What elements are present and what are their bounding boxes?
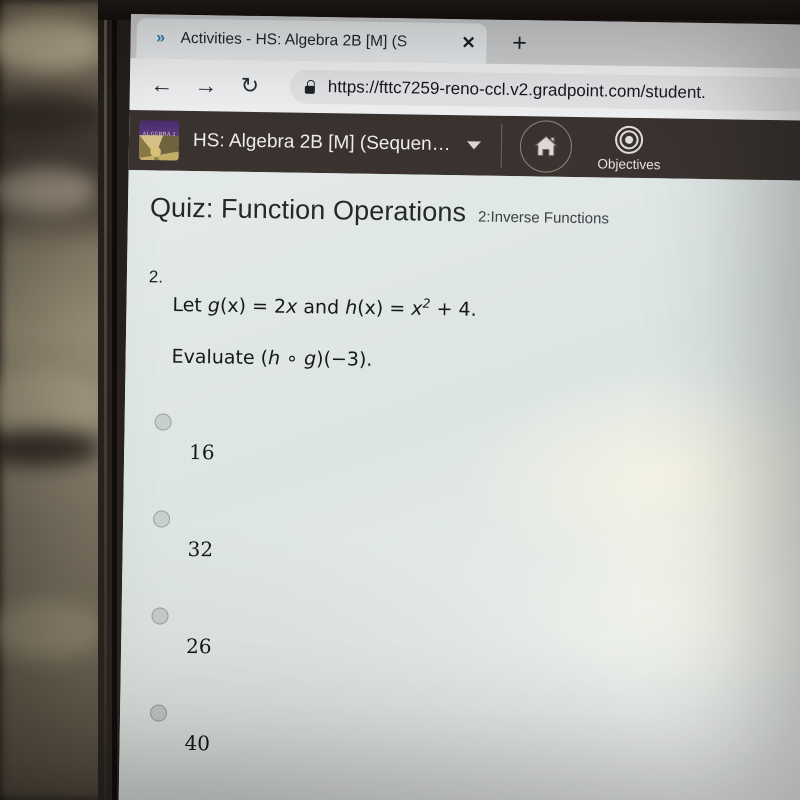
forward-icon[interactable]: → <box>194 72 218 98</box>
address-bar-url: https://fttc7259-reno-ccl.v2.gradpoint.c… <box>327 77 706 103</box>
course-title: HS: Algebra 2B [M] (Sequen… <box>192 129 451 156</box>
lock-icon <box>304 80 316 94</box>
radio-button[interactable] <box>154 413 172 432</box>
back-icon[interactable]: ← <box>150 71 174 97</box>
prompt-lead: Evaluate ( <box>171 346 269 370</box>
header-divider <box>500 123 503 168</box>
stem-eq2: = <box>383 297 412 320</box>
stem-lead: Let <box>172 294 209 317</box>
address-bar[interactable]: https://fttc7259-reno-ccl.v2.gradpoint.c… <box>289 69 800 112</box>
stem-tail: + 4. <box>430 298 477 321</box>
home-icon <box>533 135 558 157</box>
prompt-g: g <box>303 348 317 371</box>
stem-h: h <box>344 296 358 319</box>
chevron-down-icon[interactable] <box>466 141 481 150</box>
radio-button[interactable] <box>151 607 169 625</box>
close-icon[interactable]: ✕ <box>456 33 480 53</box>
stem-x1: x <box>285 295 298 318</box>
browser-tab-title: Activities - HS: Algebra 2B [M] (S <box>180 29 408 51</box>
target-icon <box>615 125 644 154</box>
stem-x2: x <box>411 297 423 320</box>
stem-g-args: (x) <box>219 294 247 318</box>
answer-choice[interactable]: 32 <box>144 510 800 619</box>
answer-choice-label: 32 <box>187 537 214 562</box>
objectives-label: Objectives <box>597 155 661 172</box>
home-button[interactable] <box>519 120 573 173</box>
answer-choice-label: 16 <box>188 440 215 465</box>
prompt-h: h <box>267 347 281 370</box>
answer-choice[interactable]: 16 <box>145 413 800 522</box>
chevrons-right-icon: » <box>156 29 166 47</box>
office-background <box>0 0 110 800</box>
quiz-header: Quiz: Function Operations 2:Inverse Func… <box>150 170 800 234</box>
course-thumbnail <box>138 120 180 161</box>
question-prompt: Evaluate (h ∘ g)(−3). <box>171 346 800 378</box>
stem-g: g <box>207 294 221 317</box>
course-header: HS: Algebra 2B [M] (Sequen… Objectives <box>128 109 800 181</box>
monitor-screen: » Activities - HS: Algebra 2B [M] (S ✕ +… <box>118 14 800 800</box>
bezel-edge-shadow <box>112 0 117 800</box>
objectives-button[interactable]: Objectives <box>597 124 661 172</box>
monitor-photo: » Activities - HS: Algebra 2B [M] (S ✕ +… <box>0 0 800 800</box>
prompt-compose: ∘ <box>279 347 305 371</box>
question-stem: Let g(x) = 2x and h(x) = x2 + 4. <box>172 292 800 327</box>
answer-choice-label: 26 <box>185 634 212 659</box>
answer-choice[interactable]: 40 <box>141 704 800 800</box>
new-tab-button[interactable]: + <box>502 28 536 61</box>
reload-icon[interactable]: ↻ <box>238 73 262 98</box>
quiz-subtitle: 2:Inverse Functions <box>477 208 610 228</box>
prompt-tail: )(−3). <box>315 348 373 372</box>
stem-conj: and <box>297 295 346 319</box>
browser-tab[interactable]: » Activities - HS: Algebra 2B [M] (S ✕ <box>136 18 487 64</box>
radio-button[interactable] <box>149 704 168 722</box>
radio-button[interactable] <box>152 510 171 529</box>
quiz-page: Quiz: Function Operations 2:Inverse Func… <box>118 169 800 800</box>
quiz-title: Quiz: Function Operations <box>149 192 467 228</box>
answer-choice[interactable]: 26 <box>142 607 800 716</box>
stem-eq1: = 2 <box>245 295 287 318</box>
answer-choice-label: 40 <box>184 731 211 756</box>
stem-h-args: (x) <box>357 296 384 320</box>
bezel-edge-highlight <box>104 0 107 800</box>
answer-choice-list: 16 32 26 40 <box>141 413 800 800</box>
